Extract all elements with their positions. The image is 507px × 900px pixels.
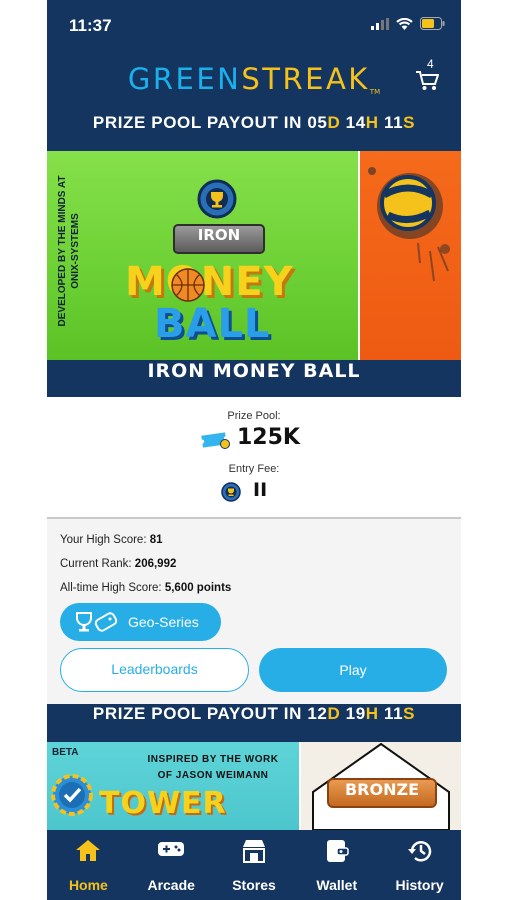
logo-trademark: TM (369, 88, 381, 96)
payout-seconds-unit: S (403, 704, 416, 723)
payout-hours: 14 (345, 113, 366, 132)
gear-check-icon (51, 774, 93, 816)
geo-series-button[interactable]: Geo-Series (60, 603, 221, 641)
logo-green-text: GREEN (127, 62, 242, 96)
leaderboards-button[interactable]: Leaderboards (60, 648, 249, 692)
tab-history[interactable]: History (378, 830, 461, 900)
prize-info: Prize Pool: 125K Entry Fee: II (47, 397, 461, 517)
payout-hours-unit: H (365, 113, 379, 132)
battery-icon (420, 17, 445, 30)
home-icon (76, 840, 101, 861)
tab-stores-label: Stores (232, 877, 276, 893)
payout-minutes: 11 (383, 704, 404, 723)
payout-seconds-unit: S (403, 113, 416, 132)
payout-countdown-banner: PRIZE POOL PAYOUT IN 05D 14H 11S (47, 113, 461, 151)
tower-logo-text: TOWER (99, 786, 227, 821)
payout-days-unit: D (327, 113, 341, 132)
payout-prefix: PRIZE POOL PAYOUT IN (92, 704, 308, 723)
status-icons (371, 17, 445, 30)
payout-days-unit: D (327, 704, 341, 723)
entry-fee-value: II (253, 479, 268, 501)
prize-pool-label: Prize Pool: (227, 410, 281, 422)
next-game-preview[interactable] (360, 151, 461, 360)
tab-stores[interactable]: Stores (213, 830, 296, 900)
tab-arcade[interactable]: Arcade (130, 830, 213, 900)
tab-wallet[interactable]: Wallet (295, 830, 378, 900)
cart-count: 4 (427, 57, 434, 71)
developer-credit-line1: DEVELOPED BY THE MINDS AT (57, 175, 68, 327)
signal-icon (371, 17, 389, 30)
inspired-credit: INSPIRED BY THE WORK OF JASON WEIMANN (133, 752, 293, 784)
current-rank-row: Current Rank: 206,992 (60, 558, 176, 570)
game-title: IRON MONEY BALL (47, 360, 461, 397)
game-banner-tower[interactable]: BETA INSPIRED BY THE WORK OF JASON WEIMAN… (47, 742, 299, 830)
history-icon (407, 841, 431, 862)
high-score-value: 81 (149, 534, 163, 546)
next-game-preview-2[interactable]: BRONZE (301, 742, 461, 830)
status-time: 11:37 (69, 16, 112, 35)
play-button[interactable]: Play (259, 648, 447, 692)
cart-button[interactable]: 4 (415, 57, 441, 92)
payout-prefix: PRIZE POOL PAYOUT IN (92, 113, 308, 132)
developer-credit-line2: ONIX-SYSTEMS (70, 213, 81, 289)
inspired-line2: OF JASON WEIMANN (157, 770, 269, 781)
store-icon (242, 840, 265, 863)
trophy-chip-small-icon (221, 482, 241, 502)
payout-countdown-banner-2: PRIZE POOL PAYOUT IN 12D 19H 11S (47, 704, 461, 742)
logo-streak-text: STREAK (241, 62, 370, 96)
current-rank-value: 206,992 (134, 558, 177, 570)
tab-arcade-label: Arcade (147, 877, 195, 893)
entry-fee-label: Entry Fee: (228, 463, 280, 475)
payout-days: 05 (307, 113, 328, 132)
alltime-score-row: All-time High Score: 5,600 points (60, 582, 231, 594)
tab-home[interactable]: Home (47, 830, 130, 900)
basketball-icon (171, 268, 205, 302)
gamepad-icon (158, 842, 185, 856)
splash-ball-art (368, 167, 450, 282)
inspired-line1: INSPIRED BY THE WORK (147, 754, 279, 765)
high-score-row: Your High Score: 81 (60, 534, 163, 546)
money-ball-logo-line1: MONEY (125, 259, 294, 305)
payout-days: 12 (307, 704, 328, 723)
app-screen: 11:37 GREENSTREAKTM 4 PRIZE POOL PAYOUT … (47, 0, 461, 900)
trophy-chip-icon (197, 179, 237, 219)
tab-home-label: Home (68, 877, 108, 893)
bronze-tier-badge: BRONZE (327, 778, 437, 808)
money-ball-logo-line2: BALL (154, 301, 271, 347)
wifi-icon (396, 17, 413, 30)
alltime-score-value: 5,600 points (164, 582, 232, 594)
payout-hours-unit: H (365, 704, 379, 723)
tab-history-label: History (395, 877, 444, 893)
current-rank-label: Current Rank: (60, 558, 132, 570)
bottom-tab-bar: Home Arcade Stores Wallet History (47, 830, 461, 900)
developer-credit: DEVELOPED BY THE MINDS AT ONIX-SYSTEMS (56, 156, 82, 346)
ticket-icon (201, 432, 230, 449)
game-banner-money-ball[interactable]: IRON MONEY BALL (47, 151, 358, 360)
alltime-score-label: All-time High Score: (60, 582, 162, 594)
wallet-icon (326, 840, 349, 862)
trophy-gamepad-icon (76, 612, 118, 632)
tab-wallet-label: Wallet (316, 877, 358, 893)
high-score-label: Your High Score: (60, 534, 147, 546)
beta-label: BETA (52, 747, 79, 758)
greenstreak-logo: GREENSTREAKTM (47, 62, 461, 96)
iron-tier-badge: IRON (173, 224, 265, 254)
prize-pool-value: 125K (237, 425, 300, 450)
geo-series-label: Geo-Series (128, 614, 199, 630)
payout-minutes: 11 (383, 113, 404, 132)
payout-hours: 19 (345, 704, 366, 723)
app-header: 11:37 GREENSTREAKTM 4 (47, 0, 461, 113)
player-stats: Your High Score: 81 Current Rank: 206,99… (47, 519, 461, 704)
